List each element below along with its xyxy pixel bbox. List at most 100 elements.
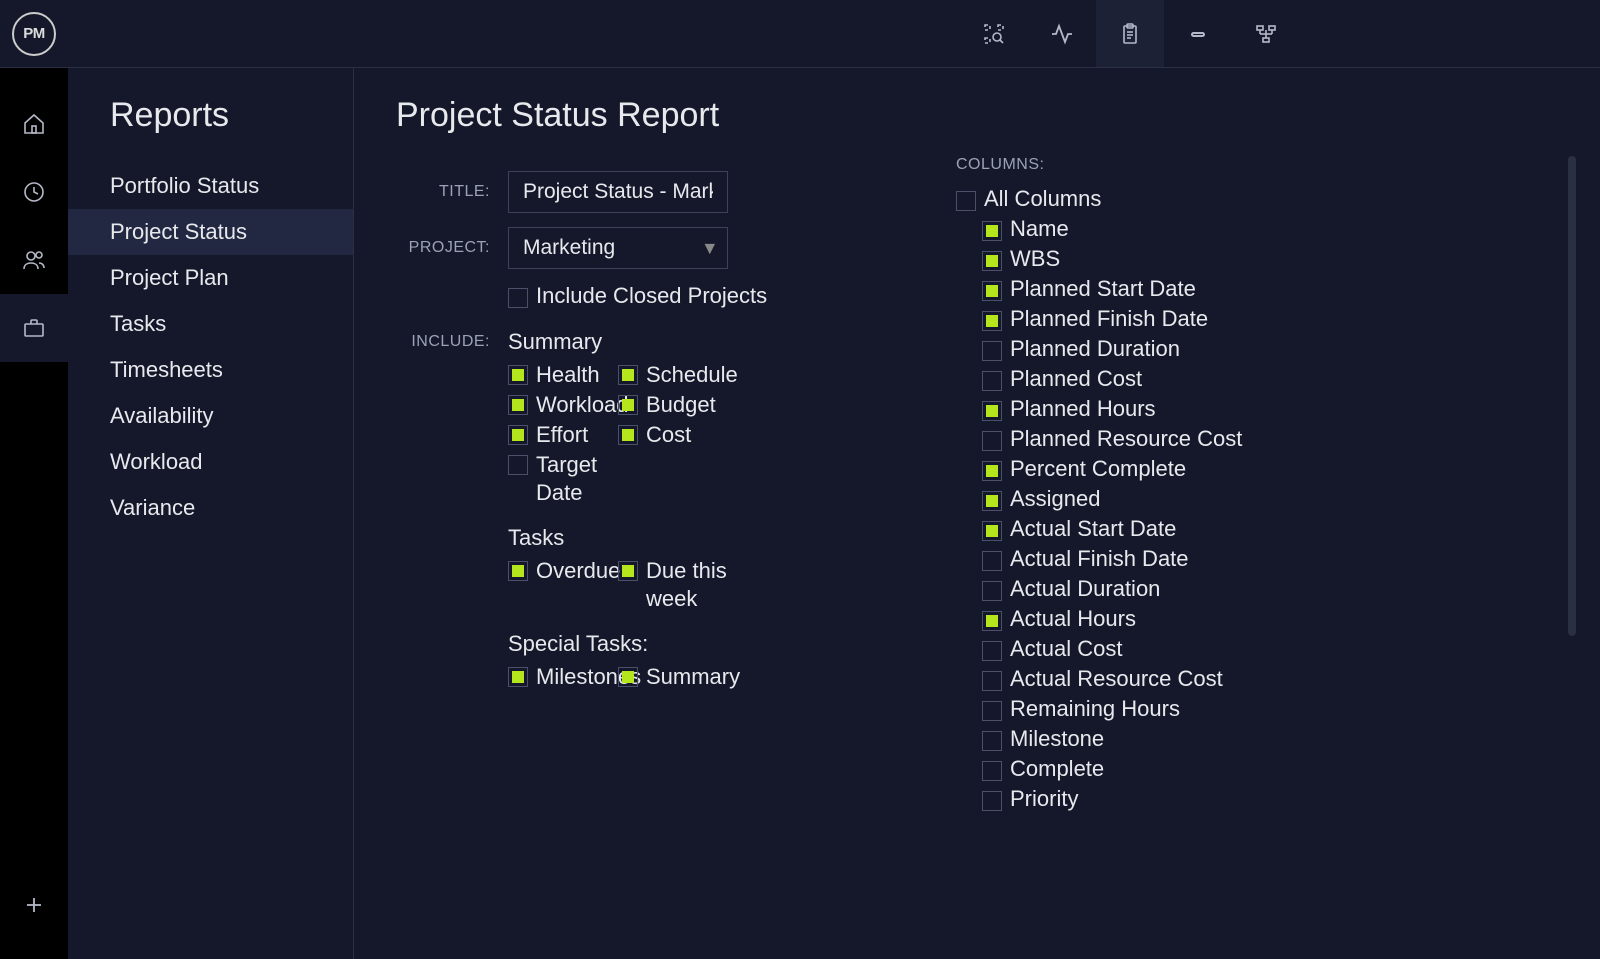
sidebar-item-portfolio-status[interactable]: Portfolio Status — [68, 163, 353, 209]
column-row-planned-hours: Planned Hours — [982, 394, 1540, 424]
title-input[interactable] — [508, 171, 728, 213]
column-checkbox-planned-finish-date[interactable] — [982, 311, 1002, 331]
search-zoom-icon[interactable] — [960, 0, 1028, 67]
column-all-row: All Columns — [956, 184, 1540, 214]
clipboard-icon[interactable] — [1096, 0, 1164, 67]
column-label: Planned Cost — [1010, 364, 1142, 394]
summary-budget-checkbox[interactable] — [618, 395, 638, 415]
sidebar-item-tasks[interactable]: Tasks — [68, 301, 353, 347]
summary-schedule-checkbox[interactable] — [618, 365, 638, 385]
column-label: Priority — [1010, 784, 1078, 814]
column-row-actual-start-date: Actual Start Date — [982, 514, 1540, 544]
briefcase-icon[interactable] — [0, 294, 68, 362]
special-heading: Special Tasks: — [508, 631, 936, 657]
sidebar-item-availability[interactable]: Availability — [68, 393, 353, 439]
activity-icon[interactable] — [1028, 0, 1096, 67]
summary-health-label: Health — [536, 361, 600, 389]
hierarchy-icon[interactable] — [1232, 0, 1300, 67]
app-logo-text: PM — [23, 25, 45, 42]
column-row-actual-resource-cost: Actual Resource Cost — [982, 664, 1540, 694]
column-row-actual-cost: Actual Cost — [982, 634, 1540, 664]
minus-icon[interactable] — [1164, 0, 1232, 67]
column-row-name: Name — [982, 214, 1540, 244]
column-checkbox-milestone[interactable] — [982, 731, 1002, 751]
summary-target-date-checkbox[interactable] — [508, 455, 528, 475]
summary-cost-checkbox[interactable] — [618, 425, 638, 445]
sidebar-item-variance[interactable]: Variance — [68, 485, 353, 531]
column-row-planned-cost: Planned Cost — [982, 364, 1540, 394]
column-row-actual-duration: Actual Duration — [982, 574, 1540, 604]
column-checkbox-percent-complete[interactable] — [982, 461, 1002, 481]
column-checkbox-assigned[interactable] — [982, 491, 1002, 511]
title-label: TITLE: — [396, 183, 508, 201]
column-label: Actual Cost — [1010, 634, 1123, 664]
add-icon[interactable] — [0, 871, 68, 939]
column-checkbox-planned-resource-cost[interactable] — [982, 431, 1002, 451]
column-all-checkbox[interactable] — [956, 191, 976, 211]
column-checkbox-remaining-hours[interactable] — [982, 701, 1002, 721]
tasks-due-this-week-label: Due this week — [646, 557, 728, 613]
summary-effort-row: Effort — [508, 421, 618, 449]
clock-icon[interactable] — [0, 158, 68, 226]
app-logo[interactable]: PM — [12, 12, 56, 56]
column-checkbox-planned-start-date[interactable] — [982, 281, 1002, 301]
sidebar-title: Reports — [68, 96, 353, 163]
column-checkbox-planned-duration[interactable] — [982, 341, 1002, 361]
include-closed-checkbox[interactable] — [508, 288, 528, 308]
column-label: WBS — [1010, 244, 1060, 274]
columns-label: COLUMNS: — [956, 156, 1560, 174]
column-checkbox-complete[interactable] — [982, 761, 1002, 781]
summary-effort-checkbox[interactable] — [508, 425, 528, 445]
summary-target-date-row: Target Date — [508, 451, 618, 507]
column-row-percent-complete: Percent Complete — [982, 454, 1540, 484]
topbar-icon-group — [960, 0, 1300, 67]
column-checkbox-actual-duration[interactable] — [982, 581, 1002, 601]
column-checkbox-planned-cost[interactable] — [982, 371, 1002, 391]
column-checkbox-name[interactable] — [982, 221, 1002, 241]
column-checkbox-priority[interactable] — [982, 791, 1002, 811]
special-summary-checkbox[interactable] — [618, 667, 638, 687]
scrollbar-track[interactable] — [1568, 156, 1576, 776]
people-icon[interactable] — [0, 226, 68, 294]
column-row-actual-hours: Actual Hours — [982, 604, 1540, 634]
tasks-overdue-label: Overdue — [536, 557, 620, 585]
column-label: Assigned — [1010, 484, 1101, 514]
column-label: Actual Hours — [1010, 604, 1136, 634]
column-label: Percent Complete — [1010, 454, 1186, 484]
summary-schedule-label: Schedule — [646, 361, 738, 389]
column-label: Planned Duration — [1010, 334, 1180, 364]
column-checkbox-planned-hours[interactable] — [982, 401, 1002, 421]
column-row-priority: Priority — [982, 784, 1540, 814]
column-label: Planned Start Date — [1010, 274, 1196, 304]
chevron-down-icon: ▾ — [704, 236, 715, 261]
summary-cost-label: Cost — [646, 421, 691, 449]
summary-workload-label: Workload — [536, 391, 629, 419]
project-select[interactable]: Marketing ▾ — [508, 227, 728, 269]
tasks-overdue-checkbox[interactable] — [508, 561, 528, 581]
column-checkbox-actual-cost[interactable] — [982, 641, 1002, 661]
summary-budget-label: Budget — [646, 391, 716, 419]
column-label: Actual Duration — [1010, 574, 1160, 604]
summary-heading: Summary — [508, 329, 936, 355]
scrollbar-thumb[interactable] — [1568, 156, 1576, 636]
sidebar-item-timesheets[interactable]: Timesheets — [68, 347, 353, 393]
topbar: PM — [0, 0, 1600, 68]
summary-health-checkbox[interactable] — [508, 365, 528, 385]
special-summary-row: Summary — [618, 663, 728, 691]
sidebar-item-project-status[interactable]: Project Status — [68, 209, 353, 255]
special-milestones-checkbox[interactable] — [508, 667, 528, 687]
tasks-due-this-week-checkbox[interactable] — [618, 561, 638, 581]
summary-schedule-row: Schedule — [618, 361, 728, 389]
column-checkbox-wbs[interactable] — [982, 251, 1002, 271]
column-checkbox-actual-hours[interactable] — [982, 611, 1002, 631]
sidebar-item-project-plan[interactable]: Project Plan — [68, 255, 353, 301]
column-checkbox-actual-finish-date[interactable] — [982, 551, 1002, 571]
include-label: INCLUDE: — [396, 329, 508, 709]
column-checkbox-actual-start-date[interactable] — [982, 521, 1002, 541]
sidebar-item-workload[interactable]: Workload — [68, 439, 353, 485]
summary-workload-checkbox[interactable] — [508, 395, 528, 415]
column-checkbox-actual-resource-cost[interactable] — [982, 671, 1002, 691]
home-icon[interactable] — [0, 90, 68, 158]
project-select-value: Marketing — [523, 236, 615, 259]
column-label: Planned Hours — [1010, 394, 1156, 424]
